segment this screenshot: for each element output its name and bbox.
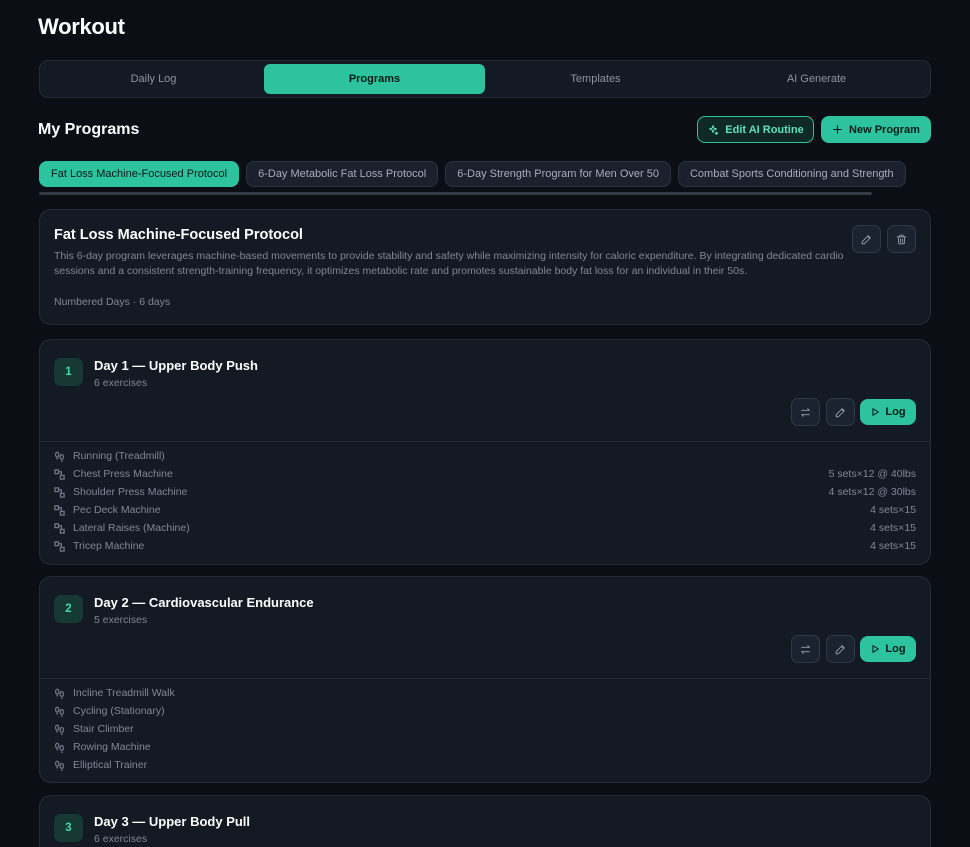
- exercise-list: Incline Treadmill Walk Cycling (Stationa…: [54, 684, 916, 774]
- day-card: 1 Day 1 — Upper Body Push 6 exercises Lo…: [39, 339, 931, 565]
- exercise-name: Elliptical Trainer: [73, 759, 148, 771]
- plus-icon: [832, 124, 843, 135]
- sparkle-icon: [707, 124, 719, 136]
- program-meta: Numbered Days · 6 days: [54, 296, 171, 308]
- exercise-row[interactable]: Elliptical Trainer: [54, 756, 916, 774]
- exercise-detail: 4 sets×15: [870, 522, 916, 534]
- page-title: Workout: [38, 14, 125, 39]
- program-card: Fat Loss Machine-Focused Protocol This 6…: [39, 209, 931, 325]
- program-chip[interactable]: Combat Sports Conditioning and Strength: [677, 161, 906, 187]
- machine-icon: [54, 522, 65, 534]
- play-icon: [870, 644, 880, 654]
- exercise-name: Stair Climber: [73, 723, 134, 735]
- edit-ai-routine-label: Edit AI Routine: [725, 123, 804, 136]
- edit-program-button[interactable]: [852, 225, 881, 253]
- day-exercise-count: 5 exercises: [94, 614, 148, 626]
- exercise-row[interactable]: Pec Deck Machine 4 sets×15: [54, 501, 916, 519]
- swap-day-button[interactable]: [791, 398, 820, 426]
- new-program-button[interactable]: New Program: [821, 116, 931, 143]
- program-chip[interactable]: Fat Loss Machine-Focused Protocol: [39, 161, 240, 187]
- delete-program-button[interactable]: [887, 225, 916, 253]
- new-program-label: New Program: [849, 123, 920, 136]
- footsteps-icon: [54, 742, 65, 753]
- day-number-badge: 1: [54, 358, 83, 386]
- main-tabs: Daily Log Programs Templates AI Generate: [39, 60, 931, 98]
- day-number-badge: 3: [54, 814, 83, 842]
- tab-programs[interactable]: Programs: [264, 64, 485, 94]
- machine-icon: [54, 504, 65, 516]
- day-card: 3 Day 3 — Upper Body Pull 6 exercises: [39, 795, 931, 847]
- footsteps-icon: [54, 451, 65, 462]
- pencil-icon: [834, 406, 847, 419]
- day-exercise-count: 6 exercises: [94, 377, 148, 389]
- exercise-row[interactable]: Running (Treadmill): [54, 447, 916, 465]
- swap-arrows-icon: [799, 406, 812, 419]
- exercise-name: Tricep Machine: [73, 540, 145, 552]
- swap-day-button[interactable]: [791, 635, 820, 663]
- machine-icon: [54, 486, 65, 498]
- footsteps-icon: [54, 688, 65, 699]
- tab-ai-generate[interactable]: AI Generate: [706, 64, 927, 94]
- log-day-button[interactable]: Log: [860, 636, 916, 662]
- exercise-detail: 5 sets×12 @ 40lbs: [828, 468, 916, 480]
- exercise-detail: 4 sets×15: [870, 504, 916, 516]
- exercise-row[interactable]: Incline Treadmill Walk: [54, 684, 916, 702]
- exercise-row[interactable]: Cycling (Stationary): [54, 702, 916, 720]
- exercise-row[interactable]: Tricep Machine 4 sets×15: [54, 537, 916, 555]
- exercise-detail: 4 sets×15: [870, 540, 916, 552]
- day-title: Day 3 — Upper Body Pull: [94, 814, 251, 829]
- swap-arrows-icon: [799, 643, 812, 656]
- edit-ai-routine-button[interactable]: Edit AI Routine: [697, 116, 814, 143]
- exercise-row[interactable]: Stair Climber: [54, 720, 916, 738]
- pencil-icon: [860, 233, 873, 246]
- machine-icon: [54, 468, 65, 480]
- exercise-row[interactable]: Lateral Raises (Machine) 4 sets×15: [54, 519, 916, 537]
- divider: [40, 678, 930, 679]
- program-description: This 6-day program leverages machine-bas…: [54, 250, 844, 277]
- day-number-badge: 2: [54, 595, 83, 623]
- section-title: My Programs: [38, 121, 140, 138]
- tab-templates[interactable]: Templates: [485, 64, 706, 94]
- program-chip[interactable]: 6-Day Metabolic Fat Loss Protocol: [246, 161, 439, 187]
- log-label: Log: [885, 406, 906, 418]
- pencil-icon: [834, 643, 847, 656]
- machine-icon: [54, 540, 65, 552]
- exercise-name: Running (Treadmill): [73, 450, 165, 462]
- exercise-row[interactable]: Shoulder Press Machine 4 sets×12 @ 30lbs: [54, 483, 916, 501]
- exercise-name: Chest Press Machine: [73, 468, 173, 480]
- exercise-name: Shoulder Press Machine: [73, 486, 188, 498]
- exercise-name: Pec Deck Machine: [73, 504, 161, 516]
- exercise-name: Lateral Raises (Machine): [73, 522, 190, 534]
- footsteps-icon: [54, 760, 65, 771]
- day-card: 2 Day 2 — Cardiovascular Endurance 5 exe…: [39, 576, 931, 783]
- day-title: Day 2 — Cardiovascular Endurance: [94, 595, 314, 610]
- day-title: Day 1 — Upper Body Push: [94, 358, 258, 373]
- exercise-name: Rowing Machine: [73, 741, 151, 753]
- exercise-detail: 4 sets×12 @ 30lbs: [828, 486, 916, 498]
- program-chips: Fat Loss Machine-Focused Protocol 6-Day …: [39, 161, 931, 189]
- program-name: Fat Loss Machine-Focused Protocol: [54, 227, 303, 243]
- trash-icon: [895, 233, 908, 246]
- tab-daily-log[interactable]: Daily Log: [43, 64, 264, 94]
- program-chip[interactable]: 6-Day Strength Program for Men Over 50: [445, 161, 671, 187]
- log-day-button[interactable]: Log: [860, 399, 916, 425]
- edit-day-button[interactable]: [826, 398, 855, 426]
- chips-scrollbar[interactable]: [39, 192, 872, 195]
- exercise-row[interactable]: Rowing Machine: [54, 738, 916, 756]
- day-exercise-count: 6 exercises: [94, 833, 148, 845]
- play-icon: [870, 407, 880, 417]
- log-label: Log: [885, 643, 906, 655]
- exercise-list: Running (Treadmill) Chest Press Machine …: [54, 447, 916, 555]
- footsteps-icon: [54, 724, 65, 735]
- exercise-name: Incline Treadmill Walk: [73, 687, 175, 699]
- edit-day-button[interactable]: [826, 635, 855, 663]
- exercise-name: Cycling (Stationary): [73, 705, 165, 717]
- footsteps-icon: [54, 706, 65, 717]
- exercise-row[interactable]: Chest Press Machine 5 sets×12 @ 40lbs: [54, 465, 916, 483]
- divider: [40, 441, 930, 442]
